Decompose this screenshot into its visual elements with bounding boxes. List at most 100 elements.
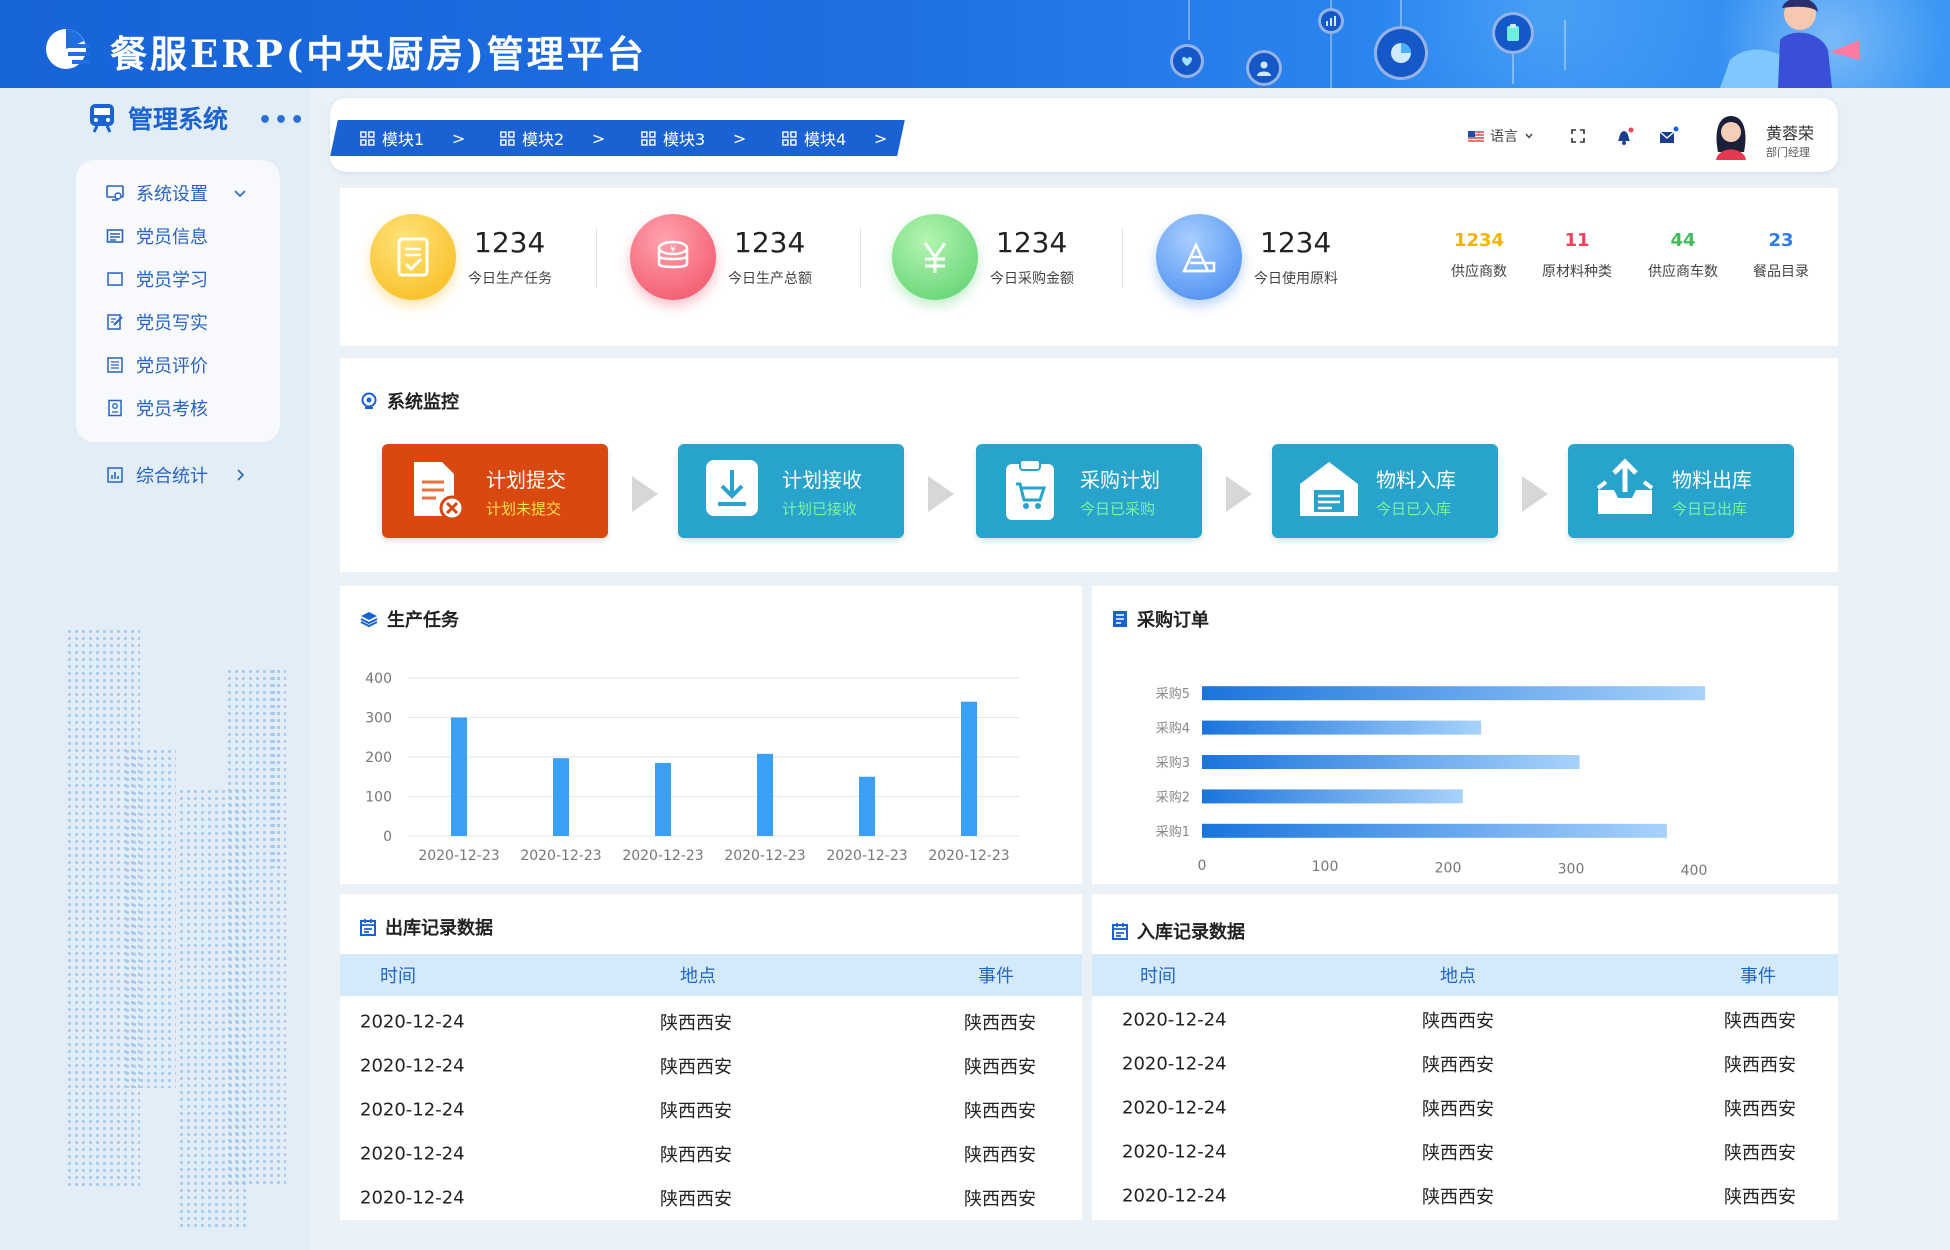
flow-material-inbound[interactable]: 物料入库 今日已入库 <box>1272 444 1498 538</box>
flow-title: 计划提交 <box>486 468 566 492</box>
table-header: 时间 地点 事件 <box>1092 954 1838 996</box>
clipboard-cart-icon <box>1006 459 1054 520</box>
list-icon <box>107 357 123 373</box>
more-button[interactable]: ••• <box>258 108 306 133</box>
flow-plan-receive[interactable]: 计划接收 计划已接收 <box>678 444 904 538</box>
table-row: 2020-12-24 陕西西安 陕西西安 <box>340 1000 1082 1044</box>
column-header-event: 事件 <box>1740 966 1776 987</box>
sidebar-item-member-evaluation[interactable]: 党员评价 <box>106 352 208 378</box>
stat-value: 1234 <box>996 226 1068 259</box>
flow-status: 计划已接收 <box>782 500 858 518</box>
sidebar-item-member-study[interactable]: 党员学习 <box>106 266 208 292</box>
sidebar-item-system-settings[interactable]: 系统设置 <box>106 180 248 206</box>
column-header-time: 时间 <box>1140 966 1176 987</box>
table-row: 2020-12-24 陕西西安 陕西西安 <box>340 1088 1082 1132</box>
header-decoration <box>1564 20 1566 70</box>
y-tick-label: 200 <box>365 750 392 766</box>
column-header-location: 地点 <box>1440 966 1476 987</box>
grid-icon <box>641 130 656 146</box>
breadcrumb-module-2[interactable]: 模块2 > <box>470 120 623 156</box>
flow-purchase-plan[interactable]: 采购计划 今日已采购 <box>976 444 1202 538</box>
bar <box>1202 720 1482 735</box>
inbound-records-panel: 入库记录数据 时间 地点 事件 2020-12-24 陕西西安 陕西西安 2020-… <box>1092 894 1838 1220</box>
grid-icon <box>500 130 515 146</box>
table-row: 2020-12-24 陕西西安 陕西西安 <box>1092 1130 1838 1174</box>
divider <box>596 228 597 288</box>
cell-time: 2020-12-24 <box>1122 1097 1227 1119</box>
logo-icon <box>46 29 90 69</box>
bar-chart-icon <box>1318 8 1344 34</box>
us-flag-icon <box>1468 130 1484 142</box>
section-title: 系统监控 <box>360 388 459 414</box>
bell-icon[interactable] <box>1614 126 1636 146</box>
stat-supplier-count: 1234 供应商数 <box>1434 230 1524 281</box>
coin-stack-icon: ¥ <box>630 214 716 300</box>
bar <box>961 701 977 836</box>
fullscreen-icon[interactable] <box>1570 128 1586 144</box>
table-row: 2020-12-24 陕西西安 陕西西安 <box>1092 998 1838 1042</box>
cell-time: 2020-12-24 <box>360 1187 465 1209</box>
sidebar-item-label: 党员写实 <box>136 313 208 334</box>
sidebar-item-label: 党员考核 <box>136 399 208 420</box>
section-title: 出库记录数据 <box>360 914 493 940</box>
flow-arrow <box>632 476 658 512</box>
purchase-order-panel: 采购订单 采购1 采购2 采购3 采购4 采购5 0 100 200 300 400 <box>1092 586 1838 884</box>
cell-time: 2020-12-24 <box>1122 1009 1227 1031</box>
material-icon <box>1156 214 1242 300</box>
sidebar-item-label: 党员评价 <box>136 356 208 377</box>
flow-status: 今日已出库 <box>1672 500 1748 518</box>
sidebar-item-statistics[interactable]: 综合统计 <box>106 462 248 488</box>
cell-time: 2020-12-24 <box>360 1099 465 1121</box>
bar <box>1202 789 1463 804</box>
column-header-location: 地点 <box>680 966 716 987</box>
chevron-down-icon <box>234 190 246 198</box>
chevron-right-icon: > <box>732 128 746 148</box>
chevron-down-icon <box>1525 133 1533 139</box>
stat-label: 今日生产总额 <box>728 271 812 287</box>
illustration-person <box>1720 0 1860 88</box>
cell-location: 陕西西安 <box>1422 1143 1494 1164</box>
book-icon <box>107 272 123 287</box>
mail-icon[interactable] <box>1658 126 1680 146</box>
breadcrumb-module-1[interactable]: 模块1 > <box>330 120 483 156</box>
cell-location: 陕西西安 <box>660 1145 732 1166</box>
bar <box>1202 686 1706 701</box>
sidebar-item-member-record[interactable]: 党员写实 <box>106 309 208 335</box>
stat-value: 1234 <box>474 226 546 259</box>
x-tick-label: 400 <box>1681 863 1708 879</box>
breadcrumb-module-3[interactable]: 模块3 > <box>611 120 764 156</box>
y-tick-label: 采购4 <box>1156 721 1190 737</box>
svg-text:¥: ¥ <box>670 245 676 255</box>
flow-material-outbound[interactable]: 物料出库 今日已出库 <box>1568 444 1794 538</box>
settings-monitor-icon <box>106 185 124 201</box>
language-selector[interactable]: 语言 <box>1468 126 1534 146</box>
breadcrumb-label: 模块2 <box>522 130 565 149</box>
task-icon <box>370 214 456 300</box>
bar <box>1202 823 1667 838</box>
cell-time: 2020-12-24 <box>1122 1141 1227 1163</box>
y-tick-label: 采购3 <box>1156 755 1190 771</box>
flow-status: 计划未提交 <box>486 500 562 518</box>
sidebar-item-member-assessment[interactable]: 党员考核 <box>106 395 208 421</box>
flow-plan-submit[interactable]: 计划提交 计划未提交 <box>382 444 608 538</box>
header-decoration <box>1188 0 1190 40</box>
breadcrumb-label: 模块4 <box>804 130 847 149</box>
cell-event: 陕西西安 <box>964 1189 1036 1210</box>
city-decoration <box>124 748 176 1088</box>
chart-icon <box>107 467 123 483</box>
y-tick-label: 100 <box>365 790 392 806</box>
stats-panel: 1234 今日生产任务 ¥ 1234 今日生产总额 1234 今日采购金额 12… <box>340 188 1838 346</box>
cell-location: 陕西西安 <box>1422 1011 1494 1032</box>
document-reject-icon <box>414 462 464 521</box>
stat-value: 1234 <box>1260 226 1332 259</box>
card-icon <box>106 229 124 243</box>
sidebar-item-member-info[interactable]: 党员信息 <box>106 223 208 249</box>
flow-title: 采购计划 <box>1080 468 1160 492</box>
breadcrumb-module-4[interactable]: 模块4 > <box>752 120 905 156</box>
app-header: 餐服ERP(中央厨房)管理平台 <box>0 0 1950 88</box>
cell-event: 陕西西安 <box>964 1145 1036 1166</box>
avatar[interactable] <box>1710 112 1752 160</box>
cell-event: 陕西西安 <box>964 1057 1036 1078</box>
flow-status: 今日已采购 <box>1080 500 1156 518</box>
breadcrumb-label: 模块1 <box>382 130 425 149</box>
